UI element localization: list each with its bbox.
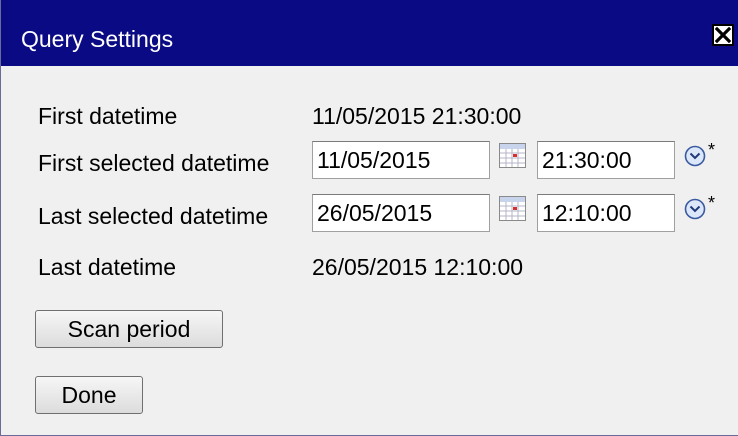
last-selected-required-marker: * — [708, 193, 716, 213]
first-selected-required-marker: * — [708, 140, 716, 160]
dialog-title: Query Settings — [21, 26, 174, 52]
last-datetime-label: Last datetime — [38, 254, 177, 280]
close-icon — [715, 27, 731, 43]
first-selected-time-input[interactable] — [537, 141, 675, 179]
query-settings-dialog: Query Settings First datetime 11/05/2015… — [0, 0, 738, 436]
clock-icon[interactable] — [684, 198, 706, 220]
first-selected-datetime-label: First selected datetime — [38, 150, 270, 176]
close-button[interactable] — [712, 24, 734, 46]
calendar-icon[interactable] — [499, 143, 526, 168]
last-datetime-value: 26/05/2015 12:10:00 — [312, 254, 524, 280]
scan-period-button[interactable]: Scan period — [35, 310, 223, 348]
clock-icon[interactable] — [684, 145, 706, 167]
first-datetime-value: 11/05/2015 21:30:00 — [312, 103, 522, 129]
done-button[interactable]: Done — [35, 376, 143, 414]
calendar-icon[interactable] — [499, 196, 526, 221]
last-selected-datetime-label: Last selected datetime — [38, 203, 269, 229]
title-bar: Query Settings — [1, 0, 738, 66]
last-selected-time-input[interactable] — [537, 194, 675, 232]
last-selected-date-input[interactable] — [312, 194, 490, 232]
first-selected-date-input[interactable] — [312, 141, 490, 179]
first-datetime-label: First datetime — [38, 103, 178, 129]
